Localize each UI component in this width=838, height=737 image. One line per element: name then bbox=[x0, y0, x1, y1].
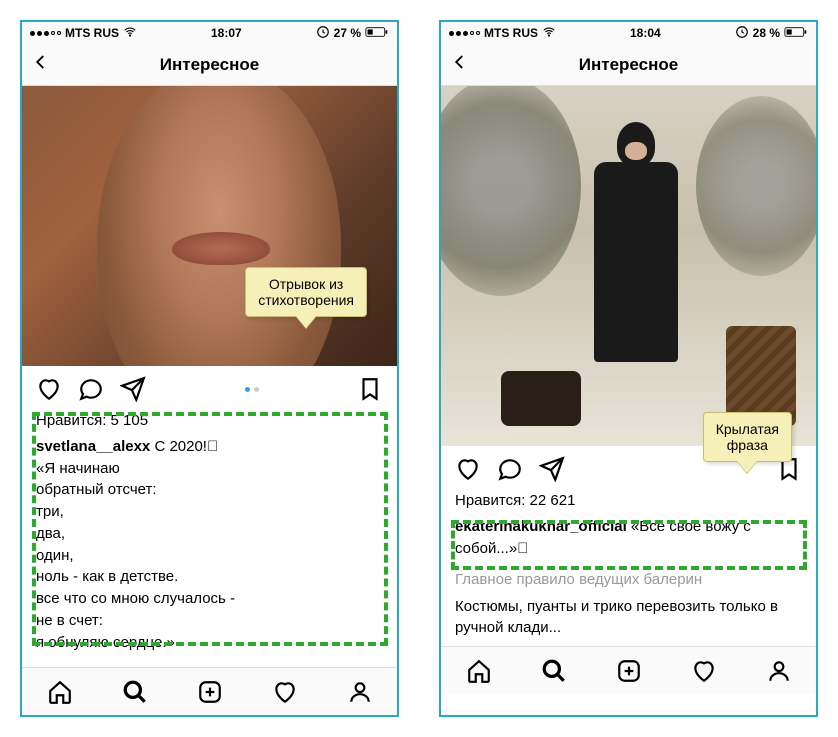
tab-search[interactable] bbox=[122, 679, 148, 705]
clock-label: 18:07 bbox=[211, 26, 242, 40]
tab-home[interactable] bbox=[47, 679, 73, 705]
likes-label: Нравится: bbox=[36, 412, 106, 429]
caption-body: «Я начинаю обратный отсчет: три, два, од… bbox=[36, 458, 383, 654]
post-image[interactable] bbox=[22, 86, 397, 366]
post-caption-block: Нравится: 5 105 svetlana__alexx С 2020!⃞… bbox=[22, 410, 397, 667]
share-button[interactable] bbox=[539, 456, 565, 482]
like-button[interactable] bbox=[36, 376, 62, 402]
phone-screenshot-left: MTS RUS 18:07 27 % Интересное Отрывок из… bbox=[20, 20, 399, 717]
likes-label: Нравится: bbox=[455, 492, 525, 509]
tab-profile[interactable] bbox=[766, 658, 792, 684]
nav-header: Интересное bbox=[22, 44, 397, 86]
clock-label: 18:04 bbox=[630, 26, 661, 40]
battery-percent-label: 27 % bbox=[334, 26, 361, 40]
carrier-label: MTS RUS bbox=[65, 26, 119, 40]
muted-caption-line: Главное правило ведущих балерин bbox=[441, 563, 816, 596]
caption-lead: С 2020!⃞ bbox=[154, 438, 218, 455]
like-button[interactable] bbox=[455, 456, 481, 482]
tab-profile[interactable] bbox=[347, 679, 373, 705]
comment-button[interactable] bbox=[497, 456, 523, 482]
likes-count[interactable]: 5 105 bbox=[111, 412, 149, 429]
wifi-icon bbox=[542, 25, 556, 42]
annotation-callout: Крылатая фраза bbox=[703, 412, 792, 462]
page-title: Интересное bbox=[22, 55, 397, 75]
caption-continuation: Костюмы, пуанты и трико перевозить тольк… bbox=[441, 596, 816, 646]
likes-count[interactable]: 22 621 bbox=[530, 492, 576, 509]
post-image[interactable] bbox=[441, 86, 816, 446]
carousel-indicator bbox=[162, 387, 341, 392]
battery-icon bbox=[784, 26, 808, 41]
tab-search[interactable] bbox=[541, 658, 567, 684]
signal-strength-icon bbox=[30, 31, 61, 36]
battery-percent-label: 28 % bbox=[753, 26, 780, 40]
rotation-lock-icon bbox=[735, 25, 749, 42]
nav-header: Интересное bbox=[441, 44, 816, 86]
back-button[interactable] bbox=[451, 53, 469, 76]
share-button[interactable] bbox=[120, 376, 146, 402]
comment-button[interactable] bbox=[78, 376, 104, 402]
tab-add[interactable] bbox=[616, 658, 642, 684]
page-title: Интересное bbox=[441, 55, 816, 75]
post-caption-block: Нравится: 22 621 ekaterinakukhar_officia… bbox=[441, 490, 816, 563]
annotation-text: Отрывок из стихотворения bbox=[258, 276, 354, 308]
author-username[interactable]: ekaterinakukhar_official bbox=[455, 518, 627, 535]
rotation-lock-icon bbox=[316, 25, 330, 42]
author-username[interactable]: svetlana__alexx bbox=[36, 438, 150, 455]
battery-icon bbox=[365, 26, 389, 41]
annotation-callout: Отрывок из стихотворения bbox=[245, 267, 367, 317]
tab-bar bbox=[22, 667, 397, 715]
tab-activity[interactable] bbox=[691, 658, 717, 684]
phone-screenshot-right: MTS RUS 18:04 28 % Интересное Крыла bbox=[439, 20, 818, 717]
status-bar: MTS RUS 18:07 27 % bbox=[22, 22, 397, 44]
post-actions bbox=[22, 366, 397, 410]
bookmark-button[interactable] bbox=[357, 376, 383, 402]
annotation-text: Крылатая фраза bbox=[716, 421, 779, 453]
back-button[interactable] bbox=[32, 53, 50, 76]
carrier-label: MTS RUS bbox=[484, 26, 538, 40]
status-bar: MTS RUS 18:04 28 % bbox=[441, 22, 816, 44]
tab-home[interactable] bbox=[466, 658, 492, 684]
wifi-icon bbox=[123, 25, 137, 42]
tab-add[interactable] bbox=[197, 679, 223, 705]
tab-activity[interactable] bbox=[272, 679, 298, 705]
tab-bar bbox=[441, 646, 816, 694]
signal-strength-icon bbox=[449, 31, 480, 36]
